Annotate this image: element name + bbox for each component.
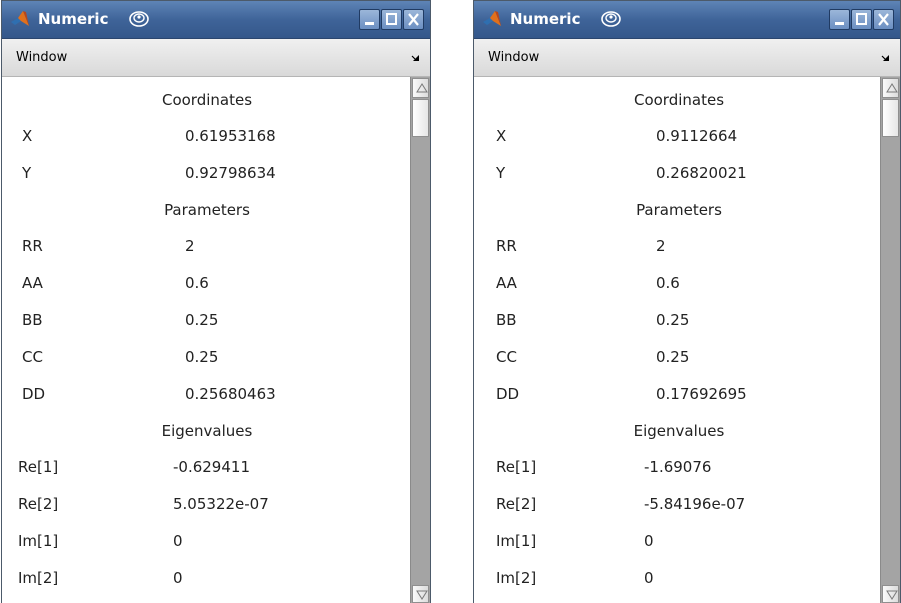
- eigen-label: Im[2]: [18, 569, 59, 587]
- title-bar[interactable]: Numeric: [2, 1, 430, 39]
- close-icon: [878, 13, 889, 26]
- param-value: 0.25: [185, 348, 219, 366]
- numeric-window-2: Numeric Window Coordinates X 0.9112664 Y…: [473, 0, 901, 603]
- minimize-icon: [365, 22, 374, 25]
- minimize-button[interactable]: [359, 9, 380, 30]
- param-label: RR: [496, 237, 517, 255]
- coord-value: 0.92798634: [185, 164, 276, 182]
- eigen-value: 0: [173, 569, 183, 587]
- window-title: Numeric: [38, 10, 109, 28]
- numeric-window-1: Numeric Window Coordinates X 0.61953168 …: [1, 0, 431, 603]
- vertical-scrollbar[interactable]: [880, 77, 900, 603]
- section-header-coordinates: Coordinates: [161, 91, 253, 109]
- param-value: 2: [656, 237, 666, 255]
- section-header-eigenvalues: Eigenvalues: [161, 422, 253, 440]
- eigen-label: Im[1]: [496, 532, 537, 550]
- section-header-parameters: Parameters: [164, 201, 250, 219]
- param-label: DD: [22, 385, 46, 403]
- scroll-up-arrow-icon: [886, 83, 898, 93]
- param-label: CC: [496, 348, 517, 366]
- eigen-label: Re[1]: [18, 458, 59, 476]
- param-value: 2: [185, 237, 195, 255]
- scroll-down-button[interactable]: [412, 585, 429, 603]
- param-value: 0.6: [656, 274, 680, 292]
- eigen-value: 5.05322e-07: [173, 495, 269, 513]
- eigen-label: Re[1]: [496, 458, 537, 476]
- swirl-icon: [601, 11, 621, 27]
- param-value: 0.6: [185, 274, 209, 292]
- coord-label: X: [496, 127, 507, 145]
- section-header-coordinates: Coordinates: [633, 91, 725, 109]
- window-title: Numeric: [510, 10, 581, 28]
- scroll-thumb[interactable]: [882, 99, 899, 137]
- section-header-parameters: Parameters: [636, 201, 722, 219]
- numeric-panel: Coordinates X 0.9112664 Y 0.26820021 Par…: [474, 77, 900, 603]
- eigen-value: -1.69076: [644, 458, 712, 476]
- maximize-button[interactable]: [381, 9, 402, 30]
- menu-window[interactable]: Window: [16, 50, 67, 65]
- swirl-icon: [129, 11, 149, 27]
- scroll-up-button[interactable]: [882, 78, 899, 98]
- param-label: AA: [496, 274, 517, 292]
- eigen-value: 0: [173, 532, 183, 550]
- menu-bar: Window: [474, 39, 900, 77]
- param-value: 0.25: [656, 311, 690, 329]
- menu-arrow-icon[interactable]: [881, 55, 890, 62]
- section-header-eigenvalues: Eigenvalues: [633, 422, 725, 440]
- menu-window[interactable]: Window: [488, 50, 539, 65]
- vertical-scrollbar[interactable]: [410, 77, 430, 603]
- scroll-down-button[interactable]: [882, 585, 899, 603]
- param-label: AA: [22, 274, 43, 292]
- minimize-icon: [835, 22, 844, 25]
- eigen-value: 0: [644, 532, 654, 550]
- param-value: 0.17692695: [656, 385, 747, 403]
- scroll-down-arrow-icon: [416, 590, 428, 600]
- eigen-value: -5.84196e-07: [644, 495, 746, 513]
- scroll-up-arrow-icon: [416, 83, 428, 93]
- param-value: 0.25680463: [185, 385, 276, 403]
- eigen-label: Re[2]: [18, 495, 59, 513]
- eigen-value: 0: [644, 569, 654, 587]
- coord-value: 0.61953168: [185, 127, 276, 145]
- param-value: 0.25: [656, 348, 690, 366]
- param-value: 0.25: [185, 311, 219, 329]
- close-icon: [408, 13, 419, 26]
- coord-label: X: [22, 127, 33, 145]
- menu-bar: Window: [2, 39, 430, 77]
- eigen-label: Im[2]: [496, 569, 537, 587]
- param-label: BB: [496, 311, 517, 329]
- matlab-logo-icon: [11, 11, 29, 26]
- maximize-icon: [856, 13, 867, 25]
- title-bar[interactable]: Numeric: [474, 1, 900, 39]
- param-label: DD: [496, 385, 520, 403]
- coord-label: Y: [22, 164, 32, 182]
- coord-label: Y: [496, 164, 506, 182]
- minimize-button[interactable]: [829, 9, 850, 30]
- eigen-label: Im[1]: [18, 532, 59, 550]
- scroll-thumb[interactable]: [412, 99, 429, 137]
- maximize-button[interactable]: [851, 9, 872, 30]
- coord-value: 0.9112664: [656, 127, 738, 145]
- close-button[interactable]: [873, 9, 894, 30]
- menu-arrow-icon[interactable]: [411, 55, 420, 62]
- param-label: CC: [22, 348, 43, 366]
- param-label: RR: [22, 237, 43, 255]
- numeric-panel: Coordinates X 0.61953168 Y 0.92798634 Pa…: [2, 77, 430, 603]
- coord-value: 0.26820021: [656, 164, 747, 182]
- scroll-down-arrow-icon: [886, 590, 898, 600]
- eigen-label: Re[2]: [496, 495, 537, 513]
- param-label: BB: [22, 311, 43, 329]
- matlab-logo-icon: [483, 11, 501, 26]
- scroll-up-button[interactable]: [412, 78, 429, 98]
- eigen-value: -0.629411: [173, 458, 250, 476]
- maximize-icon: [386, 13, 397, 25]
- close-button[interactable]: [403, 9, 424, 30]
